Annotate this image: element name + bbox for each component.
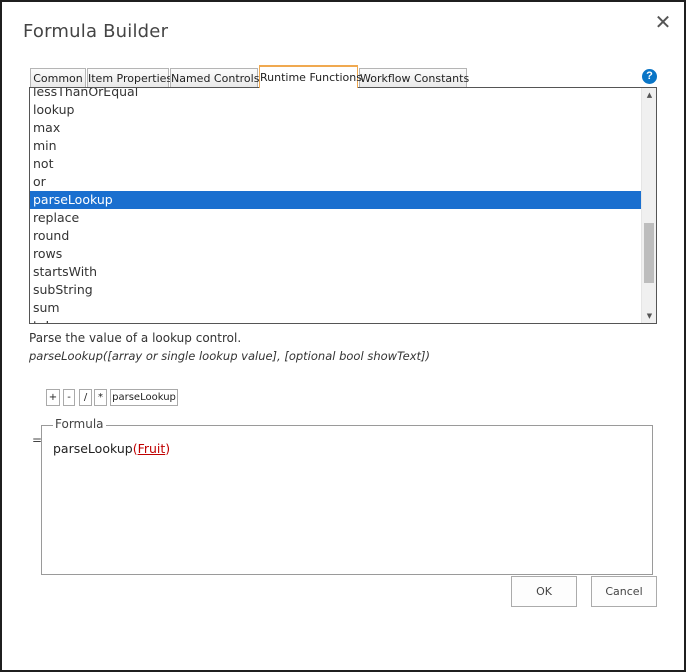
scrollbar-thumb[interactable] <box>644 223 654 283</box>
formula-builder-dialog: Formula Builder ✕ ? Common Item Properti… <box>0 0 686 672</box>
close-icon[interactable]: ✕ <box>654 12 672 32</box>
scroll-down-icon[interactable]: ▼ <box>642 309 656 323</box>
formula-legend: Formula <box>53 417 106 431</box>
function-list-item[interactable]: replace <box>30 209 641 227</box>
insert-function-button[interactable]: parseLookup <box>110 389 178 406</box>
function-list: lessThanOrEqual lookup max min not or parseLoo… <box>30 88 641 323</box>
function-listbox[interactable]: lessThanOrEqual lookup max min not or parseLoo… <box>29 87 657 324</box>
scrollbar[interactable]: ▲ ▼ <box>641 88 656 323</box>
function-list-item[interactable]: max <box>30 119 641 137</box>
dialog-title: Formula Builder <box>23 21 169 42</box>
function-list-item[interactable]: startsWith <box>30 263 641 281</box>
formula-close-paren: ) <box>165 441 171 456</box>
tab-common[interactable]: Common <box>30 68 86 87</box>
function-list-item[interactable]: toLower <box>30 317 641 323</box>
function-list-item[interactable]: lookup <box>30 101 641 119</box>
formula-argument[interactable]: Fruit <box>138 441 166 456</box>
scroll-up-icon[interactable]: ▲ <box>642 88 656 102</box>
function-list-item[interactable]: sum <box>30 299 641 317</box>
formula-text[interactable]: parseLookup(Fruit) <box>53 441 170 456</box>
formula-function-name: parseLookup <box>53 441 133 456</box>
cancel-button[interactable]: Cancel <box>591 576 657 607</box>
plus-button[interactable]: + <box>46 389 60 406</box>
divide-button[interactable]: / <box>79 389 92 406</box>
multiply-button[interactable]: * <box>94 389 107 406</box>
function-list-item[interactable]: or <box>30 173 641 191</box>
function-list-item[interactable]: lessThanOrEqual <box>30 88 641 101</box>
minus-button[interactable]: - <box>63 389 75 406</box>
function-list-item[interactable]: not <box>30 155 641 173</box>
function-signature: parseLookup([array or single lookup valu… <box>29 349 431 363</box>
formula-editor[interactable]: Formula parseLookup(Fruit) <box>41 417 653 575</box>
function-list-item[interactable]: parseLookup <box>30 191 641 209</box>
help-icon[interactable]: ? <box>642 69 657 84</box>
tab-named-controls[interactable]: Named Controls <box>170 68 259 87</box>
tab-item-properties[interactable]: Item Properties <box>87 68 172 87</box>
function-description: Parse the value of a lookup control. <box>29 331 242 345</box>
tab-workflow-constants[interactable]: Workflow Constants <box>359 68 469 87</box>
function-list-item[interactable]: min <box>30 137 641 155</box>
function-list-item[interactable]: subString <box>30 281 641 299</box>
function-list-item[interactable]: rows <box>30 245 641 263</box>
function-list-item[interactable]: round <box>30 227 641 245</box>
ok-button[interactable]: OK <box>511 576 577 607</box>
tab-runtime-functions[interactable]: Runtime Functions <box>259 65 362 88</box>
